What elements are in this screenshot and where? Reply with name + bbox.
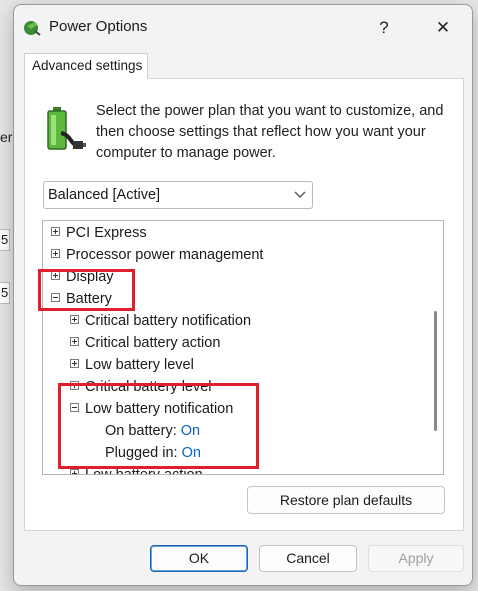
tree-item-label: Critical battery level (85, 379, 212, 395)
power-options-icon (24, 21, 41, 36)
expand-icon[interactable] (70, 468, 79, 474)
background-text-fragment: er (0, 129, 13, 145)
expand-icon[interactable] (51, 248, 60, 258)
tree-item-pci-express[interactable]: PCI Express (51, 222, 147, 244)
tree-item-label: Display (66, 269, 114, 285)
collapse-icon[interactable] (70, 402, 79, 412)
tree-item-label: Critical battery notification (85, 313, 252, 329)
settings-tree[interactable]: PCI Express Processor power management D… (42, 220, 444, 475)
tree-scrollbar[interactable] (427, 221, 443, 474)
tree-item-label: Critical battery action (85, 335, 221, 351)
expand-icon[interactable] (51, 226, 60, 236)
expand-icon[interactable] (70, 380, 79, 390)
power-plan-dropdown[interactable]: Balanced [Active] (43, 181, 313, 209)
instructions-text: Select the power plan that you want to c… (96, 103, 444, 161)
tree-item-label: Low battery notification (85, 401, 234, 417)
expand-icon[interactable] (70, 314, 79, 324)
close-button[interactable]: ✕ (423, 13, 463, 43)
advanced-settings-panel: Select the power plan that you want to c… (24, 78, 464, 531)
tree-item-display[interactable]: Display (51, 266, 114, 288)
tree-item-low-battery-level[interactable]: Low battery level (70, 354, 194, 376)
tree-item-critical-battery-action[interactable]: Critical battery action (70, 332, 220, 354)
tree-item-critical-battery-level[interactable]: Critical battery level (70, 376, 212, 398)
tree-item-label: Battery (66, 291, 112, 307)
ok-button[interactable]: OK (150, 545, 248, 572)
tree-item-label: PCI Express (66, 225, 147, 241)
background-field-fragment: 5 (0, 229, 10, 251)
battery-plug-icon (47, 107, 86, 150)
setting-on-battery[interactable]: On battery: On (105, 420, 200, 442)
expand-icon[interactable] (70, 358, 79, 368)
collapse-icon[interactable] (51, 292, 60, 302)
tree-item-label: Low battery level (85, 357, 194, 373)
tree-item-label: Processor power management (66, 247, 264, 263)
setting-value-plugged-in[interactable]: On (182, 445, 201, 461)
power-options-dialog: Power Options ? ✕ Advanced settings Sele… (13, 4, 473, 586)
tree-item-label: Low battery action (85, 467, 203, 475)
expand-icon[interactable] (70, 336, 79, 346)
scrollbar-thumb[interactable] (434, 311, 437, 431)
chevron-down-icon (294, 191, 306, 198)
tree-item-critical-battery-notification[interactable]: Critical battery notification (70, 310, 251, 332)
expand-icon[interactable] (51, 270, 60, 280)
setting-label: Plugged in: (105, 445, 178, 461)
power-plan-value: Balanced [Active] (48, 187, 161, 203)
tree-item-battery[interactable]: Battery (51, 288, 112, 310)
apply-button[interactable]: Apply (368, 545, 464, 572)
setting-label: On battery: (105, 423, 177, 439)
setting-value-on-battery[interactable]: On (181, 423, 200, 439)
background-field-fragment: 5 (0, 282, 10, 304)
tree-item-low-battery-notification[interactable]: Low battery notification (70, 398, 233, 420)
setting-plugged-in[interactable]: Plugged in: On (105, 442, 201, 464)
tree-item-low-battery-action[interactable]: Low battery action (70, 464, 203, 475)
restore-plan-defaults-button[interactable]: Restore plan defaults (247, 486, 445, 514)
title-bar: Power Options ? ✕ (14, 5, 472, 49)
tree-item-processor-power-management[interactable]: Processor power management (51, 244, 263, 266)
tab-advanced-settings[interactable]: Advanced settings (24, 53, 148, 79)
cancel-button[interactable]: Cancel (259, 545, 357, 572)
window-title: Power Options (49, 18, 148, 35)
help-button[interactable]: ? (364, 13, 404, 43)
